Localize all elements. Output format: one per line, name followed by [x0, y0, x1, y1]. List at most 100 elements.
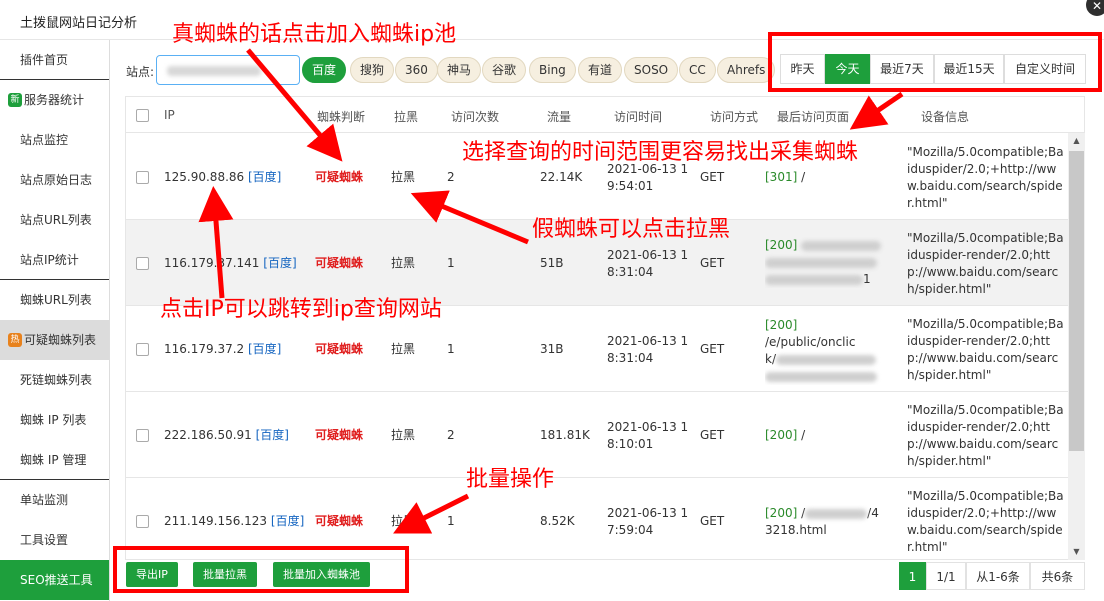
last-page-cell[interactable]: [200] /e/public/onclic k/: [765, 317, 891, 385]
sidebar-item-url-list[interactable]: 站点URL列表: [0, 200, 109, 240]
redacted-path: [776, 354, 876, 365]
ip-address[interactable]: 116.179.37.141: [164, 256, 259, 270]
engine-tab-cc[interactable]: CC: [679, 57, 716, 83]
row-checkbox[interactable]: [136, 257, 149, 270]
page-range: 从1-6条: [966, 562, 1030, 590]
row-checkbox[interactable]: [136, 343, 149, 356]
status-code: [200]: [765, 318, 798, 332]
table-scrollbar[interactable]: ▲ ▼: [1068, 133, 1085, 560]
date-yesterday-button[interactable]: 昨天: [780, 54, 825, 84]
sidebar-item-single-site-monitor[interactable]: 单站监测: [0, 480, 109, 520]
annotation-date-tip: 选择查询的时间范围更容易找出采集蜘蛛: [462, 140, 859, 165]
sidebar-item-spider-url-list[interactable]: 蜘蛛URL列表: [0, 280, 109, 320]
scroll-down-icon[interactable]: ▼: [1068, 544, 1085, 560]
sidebar-item-site-monitor[interactable]: 站点监控: [0, 120, 109, 160]
ip-query-link[interactable]: [百度]: [271, 514, 304, 528]
date-custom-button[interactable]: 自定义时间: [1004, 54, 1086, 84]
ip-cell[interactable]: 116.179.37.141 [百度]: [164, 255, 297, 272]
sidebar-item-server-stats[interactable]: 新服务器统计: [0, 80, 109, 120]
sidebar-item-spider-ip-list[interactable]: 蜘蛛 IP 列表: [0, 400, 109, 440]
bulk-add-pool-button[interactable]: 批量加入蜘蛛池: [273, 562, 370, 587]
time-cell: 2021-06-13 1 8:31:04: [607, 247, 693, 281]
ip-cell[interactable]: 116.179.37.2 [百度]: [164, 341, 281, 358]
time-cell: 2021-06-13 1 7:59:04: [607, 505, 693, 539]
time-date: 2021-06-13 1: [607, 334, 689, 348]
close-icon[interactable]: ✕: [1086, 0, 1104, 16]
header-traffic: 流量: [547, 110, 572, 124]
engine-tab-google[interactable]: 谷歌: [482, 57, 527, 83]
block-button[interactable]: 拉黑: [391, 169, 415, 186]
page-path-line2: 3218.html: [765, 523, 827, 537]
ip-address[interactable]: 211.149.156.123: [164, 514, 267, 528]
header-method: 访问方式: [710, 110, 759, 124]
engine-tab-soso[interactable]: SOSO: [624, 57, 679, 83]
row-checkbox[interactable]: [136, 171, 149, 184]
engine-tab-360[interactable]: 360: [395, 57, 438, 83]
ip-query-link[interactable]: [百度]: [256, 428, 289, 442]
engine-tab-sogou[interactable]: 搜狗: [350, 57, 395, 83]
date-last7-button[interactable]: 最近7天: [870, 54, 934, 84]
sidebar-item-label: 插件首页: [20, 53, 69, 67]
scroll-thumb[interactable]: [1069, 151, 1084, 451]
annotation-ip-tip: 点击IP可以跳转到ip查询网站: [160, 297, 442, 322]
sidebar-item-label: 站点IP统计: [20, 253, 79, 267]
ip-query-link[interactable]: [百度]: [248, 342, 281, 356]
sidebar-item-dead-link-spiders[interactable]: 死链蜘蛛列表: [0, 360, 109, 400]
engine-tab-ahrefs[interactable]: Ahrefs: [717, 57, 776, 83]
time-clock: 8:31:04: [607, 351, 654, 365]
row-checkbox[interactable]: [136, 429, 149, 442]
export-ip-button[interactable]: 导出IP: [126, 562, 178, 587]
ip-cell[interactable]: 125.90.88.86 [百度]: [164, 169, 281, 186]
ip-cell[interactable]: 211.149.156.123 [百度]: [164, 513, 304, 530]
redacted-path: [765, 257, 877, 268]
engine-tab-bing[interactable]: Bing: [529, 57, 576, 83]
date-today-button[interactable]: 今天: [825, 54, 870, 84]
block-button[interactable]: 拉黑: [391, 341, 415, 358]
ip-query-link[interactable]: [百度]: [263, 256, 296, 270]
sidebar-item-spider-ip-manage[interactable]: 蜘蛛 IP 管理: [0, 440, 109, 480]
ip-query-link[interactable]: [百度]: [248, 170, 281, 184]
scroll-up-icon[interactable]: ▲: [1068, 133, 1085, 149]
last-page-cell[interactable]: [200] //4 3218.html: [765, 505, 891, 539]
annotation-fake-spider: 假蜘蛛可以点击拉黑: [532, 217, 731, 242]
engine-tab-baidu[interactable]: 百度: [302, 57, 347, 83]
redacted-path: [765, 274, 863, 285]
block-button[interactable]: 拉黑: [391, 427, 415, 444]
sidebar-item-plugin-home[interactable]: 插件首页: [0, 40, 109, 80]
site-select-input[interactable]: [156, 55, 300, 85]
last-page-cell[interactable]: [301] /: [765, 169, 891, 186]
select-all-checkbox[interactable]: [136, 109, 149, 122]
sidebar-item-tool-settings[interactable]: 工具设置: [0, 520, 109, 560]
time-date: 2021-06-13 1: [607, 420, 689, 434]
sidebar-item-suspicious-spiders[interactable]: 热可疑蜘蛛列表: [0, 320, 109, 360]
last-page-cell[interactable]: [200] /: [765, 427, 891, 444]
page-1-button[interactable]: 1: [899, 562, 926, 590]
engine-tab-youdao[interactable]: 有道: [578, 57, 623, 83]
sidebar-item-label: 蜘蛛URL列表: [20, 293, 92, 307]
judge-cell: 可疑蜘蛛: [315, 428, 364, 442]
status-code: [200]: [765, 238, 798, 252]
ip-cell[interactable]: 222.186.50.91 [百度]: [164, 427, 289, 444]
block-button[interactable]: 拉黑: [391, 513, 415, 530]
ip-address[interactable]: 116.179.37.2: [164, 342, 244, 356]
date-last15-button[interactable]: 最近15天: [934, 54, 1004, 84]
header-judge: 蜘蛛判断: [317, 110, 366, 124]
device-cell: "Mozilla/5.0compatible;Baiduspider-rende…: [907, 231, 1064, 296]
ip-address[interactable]: 222.186.50.91: [164, 428, 252, 442]
sidebar-item-label: 蜘蛛 IP 管理: [20, 453, 87, 467]
annotation-real-spider: 真蜘蛛的话点击加入蜘蛛ip池: [172, 22, 457, 47]
status-code: [200]: [765, 428, 798, 442]
bulk-block-button[interactable]: 批量拉黑: [193, 562, 257, 587]
traffic-cell: 8.52K: [540, 514, 575, 528]
sidebar-item-ip-stats[interactable]: 站点IP统计: [0, 240, 109, 280]
row-checkbox[interactable]: [136, 515, 149, 528]
judge-cell: 可疑蜘蛛: [315, 342, 364, 356]
sidebar-item-seo-push[interactable]: SEO推送工具: [0, 560, 109, 600]
sidebar-item-label: 工具设置: [20, 533, 69, 547]
ip-address[interactable]: 125.90.88.86: [164, 170, 244, 184]
last-page-cell[interactable]: [200] 1: [765, 237, 891, 288]
sidebar-item-raw-log[interactable]: 站点原始日志: [0, 160, 109, 200]
block-button[interactable]: 拉黑: [391, 255, 415, 272]
engine-tab-shenma[interactable]: 神马: [437, 57, 482, 83]
time-clock: 9:54:01: [607, 179, 654, 193]
